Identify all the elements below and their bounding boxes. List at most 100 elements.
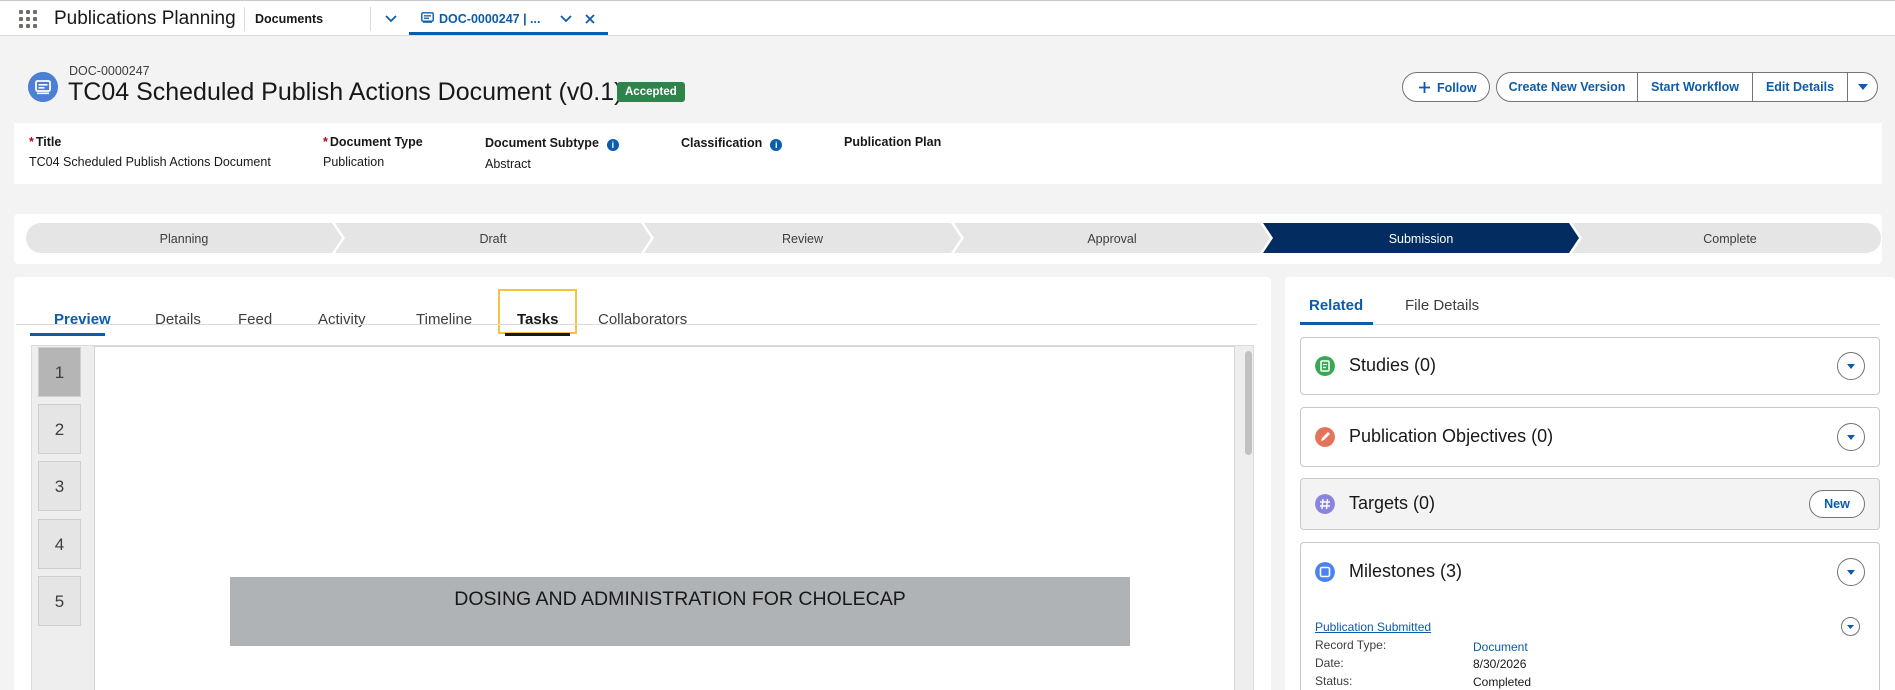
tab-collaborators[interactable]: Collaborators (585, 291, 695, 328)
target-icon (1315, 494, 1335, 514)
tab-file-details[interactable]: File Details (1405, 297, 1479, 314)
app-launcher-icon[interactable] (19, 10, 39, 28)
related-list-title[interactable]: Publication Objectives (0) (1349, 426, 1553, 447)
global-nav: Publications Planning Documents DOC-0000… (0, 0, 1895, 36)
page-thumbnail[interactable]: 4 (38, 519, 81, 569)
document-record-icon (28, 72, 58, 102)
field-value: Abstract (485, 157, 531, 171)
milestone-field-label: Date: (1315, 656, 1344, 670)
milestone-field-value: Completed (1473, 675, 1532, 689)
tab-tasks[interactable]: Tasks (498, 289, 577, 336)
related-list-milestones: Milestones (3) (1300, 542, 1880, 600)
preview-scrollbar[interactable] (1243, 347, 1253, 690)
milestone-row-menu-button[interactable] (1841, 617, 1860, 636)
objective-icon (1315, 427, 1335, 447)
caret-down-icon (1857, 84, 1868, 90)
page-title: TC04 Scheduled Publish Actions Document … (68, 78, 623, 106)
tab-menu-chevron-down-icon[interactable] (557, 10, 575, 28)
workspace-tab-label: DOC-0000247 | ... (439, 12, 541, 26)
related-list-studies: Studies (0) (1300, 337, 1880, 395)
tab-related[interactable]: Related (1309, 297, 1363, 314)
field-label: Title (35, 135, 62, 149)
field-label: Document Type (329, 135, 423, 149)
info-icon[interactable]: i (606, 139, 619, 151)
path-stage-label: Draft (479, 232, 507, 246)
field-document-subtype: Document Subtype i Abstract (485, 136, 619, 171)
edit-details-button[interactable]: Edit Details (1753, 72, 1848, 102)
related-list-title[interactable]: Studies (0) (1349, 355, 1436, 376)
scrollbar-thumb[interactable] (1245, 351, 1252, 455)
field-label: Classification (681, 136, 763, 150)
related-list-title[interactable]: Milestones (3) (1349, 561, 1462, 582)
page-banner-text: DOSING AND ADMINISTRATION FOR CHOLECAP (454, 588, 906, 610)
record-actions: Create New Version Start Workflow Edit D… (1496, 72, 1878, 102)
nav-menu-chevron-down-icon[interactable] (380, 10, 402, 28)
tab-activity[interactable]: Activity (302, 291, 366, 328)
stage-path: Planning Draft Review Approval Submission Com… (26, 223, 1881, 253)
tab-label: Timeline (416, 311, 473, 328)
milestone-field-value: 8/30/2026 (1473, 657, 1527, 671)
page-thumbnail[interactable]: 1 (38, 347, 81, 397)
tab-divider (16, 324, 1257, 325)
required-marker: * (29, 135, 34, 149)
milestone-field-label: Record Type: (1315, 638, 1387, 652)
document-page: DOSING AND ADMINISTRATION FOR CHOLECAP (94, 346, 1235, 690)
related-list-menu-button[interactable] (1837, 557, 1865, 586)
tab-timeline[interactable]: Timeline (400, 291, 473, 328)
more-actions-button[interactable] (1848, 72, 1878, 102)
field-value: Publication (323, 155, 385, 169)
new-target-button[interactable]: New (1809, 490, 1865, 518)
page-thumbnail[interactable]: 5 (38, 576, 81, 626)
path-stage-label: Planning (160, 232, 209, 246)
tab-feed[interactable]: Feed (220, 291, 272, 328)
related-list-publication-objectives: Publication Objectives (0) (1300, 407, 1880, 467)
side-tab-indicator (1300, 322, 1373, 325)
page-thumbnail[interactable]: 2 (38, 404, 81, 454)
close-tab-icon[interactable] (581, 10, 599, 28)
tab-label: Collaborators (598, 311, 688, 328)
related-list-targets: Targets (0) New (1300, 478, 1880, 530)
nav-divider (244, 7, 245, 31)
field-title: * Title TC04 Scheduled Publish Actions Do… (29, 135, 271, 169)
app-name: Publications Planning (54, 8, 236, 29)
tab-preview[interactable]: Preview (30, 291, 111, 336)
field-label: Document Subtype (485, 136, 599, 150)
document-preview: 1 2 3 4 5 DOSING AND ADMINISTRATION FOR … (31, 345, 1254, 690)
info-icon[interactable]: i (770, 139, 783, 151)
plus-icon (1419, 82, 1430, 93)
caret-down-icon (1847, 569, 1855, 575)
workspace-tab-doc[interactable]: DOC-0000247 | ... (409, 3, 608, 35)
related-list-menu-button[interactable] (1837, 352, 1865, 380)
path-stage-label: Submission (1389, 232, 1454, 246)
tab-label: Details (155, 311, 201, 328)
path-stage-label: Approval (1087, 232, 1136, 246)
record-id: DOC-0000247 (69, 64, 150, 78)
tab-label: Tasks (517, 311, 559, 328)
card-border (1879, 599, 1880, 690)
field-publication-plan: Publication Plan (844, 135, 941, 155)
follow-button-label: Follow (1437, 81, 1477, 95)
study-icon (1315, 356, 1335, 376)
tab-details[interactable]: Details (133, 291, 201, 328)
caret-down-icon (1847, 364, 1855, 369)
create-new-version-button[interactable]: Create New Version (1496, 72, 1638, 102)
field-value: TC04 Scheduled Publish Actions Document (29, 155, 271, 169)
start-workflow-button[interactable]: Start Workflow (1638, 72, 1753, 102)
related-list-menu-button[interactable] (1837, 423, 1865, 451)
tab-label: Feed (238, 311, 273, 328)
nav-divider (370, 7, 371, 31)
follow-button[interactable]: Follow (1402, 72, 1490, 102)
nav-item-documents[interactable]: Documents (255, 12, 323, 26)
related-list-title[interactable]: Targets (0) (1349, 493, 1435, 514)
caret-down-icon (1847, 625, 1854, 629)
path-stage-label: Complete (1703, 232, 1757, 246)
path-stage-label: Review (782, 232, 824, 246)
milestone-field-value[interactable]: Document (1473, 640, 1528, 654)
milestone-link[interactable]: Publication Submitted (1315, 620, 1431, 634)
document-tab-icon (421, 12, 434, 23)
tab-label: Activity (318, 311, 366, 328)
page-thumbnail[interactable]: 3 (38, 461, 81, 511)
milestone-icon (1315, 561, 1335, 582)
highlights-panel: * Title TC04 Scheduled Publish Actions Do… (14, 123, 1882, 184)
field-label: Publication Plan (844, 135, 942, 149)
